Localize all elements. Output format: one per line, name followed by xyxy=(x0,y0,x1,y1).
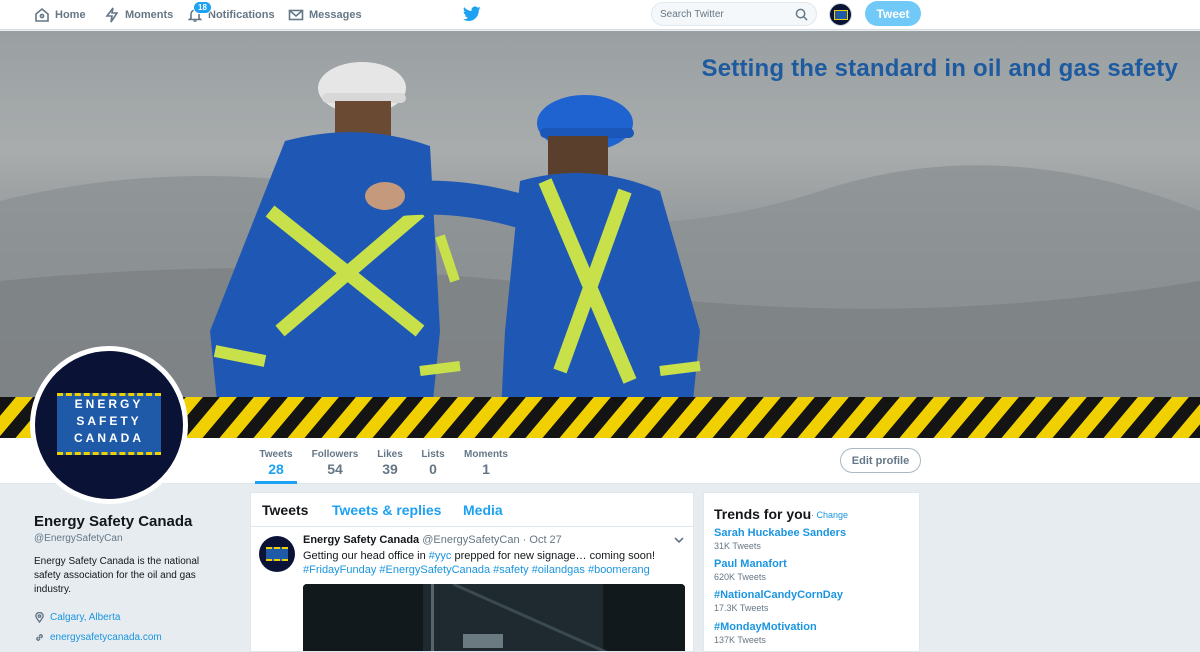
trend-item[interactable]: #MondayMotivation 137K Tweets xyxy=(714,621,817,645)
stat-label: Followers xyxy=(311,449,359,460)
tweet-author-handle: @EnergySafetyCan xyxy=(422,534,520,546)
stat-followers[interactable]: Followers 54 xyxy=(310,438,360,484)
envelope-icon xyxy=(288,9,304,21)
nav-messages[interactable]: Messages xyxy=(288,0,362,30)
banner-headline: Setting the standard in oil and gas safe… xyxy=(701,55,1178,82)
tab-tweets-replies[interactable]: Tweets & replies xyxy=(332,502,441,518)
top-nav: Home Moments 18 Notifications Messages T… xyxy=(0,0,1200,30)
tweet-text-part: prepped for new signage… coming soon! xyxy=(451,550,656,562)
profile-handle: @EnergySafetyCan xyxy=(34,533,123,544)
trend-count: 31K Tweets xyxy=(714,541,761,551)
nav-moments[interactable]: Moments xyxy=(104,0,173,30)
trend-name[interactable]: Sarah Huckabee Sanders xyxy=(714,527,846,539)
nav-messages-label: Messages xyxy=(309,9,362,21)
nav-notifications-label: Notifications xyxy=(208,9,275,21)
stat-label: Tweets xyxy=(259,449,293,460)
logo-line-3: CANADA xyxy=(74,431,144,445)
stat-lists[interactable]: Lists 0 xyxy=(419,438,447,484)
trends-change-link[interactable]: · Change xyxy=(811,510,848,520)
stat-value: 54 xyxy=(327,461,343,477)
search-input[interactable] xyxy=(660,7,790,22)
trend-name[interactable]: Paul Manafort xyxy=(714,558,787,570)
trend-name[interactable]: #MondayMotivation xyxy=(714,621,817,633)
tweet-button[interactable]: Tweet xyxy=(865,1,921,26)
website-link[interactable]: energysafetycanada.com xyxy=(50,632,162,643)
tweet-media[interactable] xyxy=(303,584,685,651)
trend-item[interactable]: #NationalCandyCornDay 17.3K Tweets xyxy=(714,589,843,613)
profile-bio: Energy Safety Canada is the national saf… xyxy=(34,556,200,595)
profile-location: Calgary, Alberta xyxy=(34,610,120,624)
nav-home[interactable]: Home xyxy=(34,0,86,30)
stat-tweets[interactable]: Tweets 28 xyxy=(255,438,297,484)
tweet-hashtags[interactable]: #FridayFunday #EnergySafetyCanada #safet… xyxy=(303,564,650,576)
tweet-text: Getting our head office in #yyc prepped … xyxy=(303,549,683,577)
nav-notifications[interactable]: 18 Notifications xyxy=(187,0,275,30)
twitter-bird-icon[interactable] xyxy=(463,6,481,22)
stat-label: Moments xyxy=(464,449,508,460)
stat-value: 39 xyxy=(382,461,398,477)
location-pin-icon xyxy=(35,611,44,623)
tweet-date[interactable]: · Oct 27 xyxy=(523,534,562,546)
trend-name[interactable]: #NationalCandyCornDay xyxy=(714,589,843,601)
stat-label: Lists xyxy=(421,449,445,460)
location-link[interactable]: Calgary, Alberta xyxy=(50,612,120,623)
timeline-tabs: Tweets Tweets & replies Media xyxy=(251,493,693,527)
nav-home-label: Home xyxy=(55,9,86,21)
notifications-badge: 18 xyxy=(193,1,212,14)
logo-line-1: ENERGY xyxy=(74,397,144,411)
brand-logo: ENERGY SAFETY CANADA xyxy=(57,393,161,455)
trend-count: 17.3K Tweets xyxy=(714,603,769,613)
tweet-author-name[interactable]: Energy Safety Canada xyxy=(303,534,419,546)
stat-value: 28 xyxy=(268,461,284,477)
banner-photo xyxy=(0,62,1200,438)
trends-title: Trends for you xyxy=(714,506,812,522)
stat-label: Likes xyxy=(377,449,403,460)
tweet-text-part: Getting our head office in xyxy=(303,550,429,562)
trend-item[interactable]: Paul Manafort 620K Tweets xyxy=(714,558,787,582)
nav-avatar[interactable] xyxy=(829,3,852,26)
edit-profile-button[interactable]: Edit profile xyxy=(840,448,921,473)
tweet-media-image xyxy=(303,584,685,651)
trends-panel: Trends for you · Change Sarah Huckabee S… xyxy=(703,492,920,652)
profile-avatar[interactable]: ENERGY SAFETY CANADA xyxy=(30,346,188,504)
trend-count: 620K Tweets xyxy=(714,572,766,582)
tweet-avatar[interactable] xyxy=(259,536,295,572)
stat-likes[interactable]: Likes 39 xyxy=(374,438,406,484)
stat-moments[interactable]: Moments 1 xyxy=(462,438,510,484)
search-box xyxy=(651,2,817,26)
trend-item[interactable]: Sarah Huckabee Sanders 31K Tweets xyxy=(714,527,846,551)
search-icon[interactable] xyxy=(795,8,808,21)
timeline: Tweets Tweets & replies Media Energy Saf… xyxy=(250,492,694,652)
trend-count: 137K Tweets xyxy=(714,635,766,645)
chevron-down-icon[interactable] xyxy=(674,535,684,545)
tweet-header: Energy Safety Canada @EnergySafetyCan · … xyxy=(303,534,562,546)
profile-website: energysafetycanada.com xyxy=(34,630,162,644)
tab-media[interactable]: Media xyxy=(463,502,503,518)
link-icon xyxy=(36,633,43,641)
home-icon xyxy=(35,7,49,22)
stat-value: 1 xyxy=(482,461,490,477)
stat-value: 0 xyxy=(429,461,437,477)
tweet-hashtag-yyc[interactable]: #yyc xyxy=(429,550,452,562)
tab-tweets[interactable]: Tweets xyxy=(262,502,308,518)
logo-line-2: SAFETY xyxy=(76,414,142,428)
nav-moments-label: Moments xyxy=(125,9,174,21)
profile-name[interactable]: Energy Safety Canada xyxy=(34,513,192,530)
lightning-icon xyxy=(105,7,119,23)
header-banner: Setting the standard in oil and gas safe… xyxy=(0,31,1200,438)
